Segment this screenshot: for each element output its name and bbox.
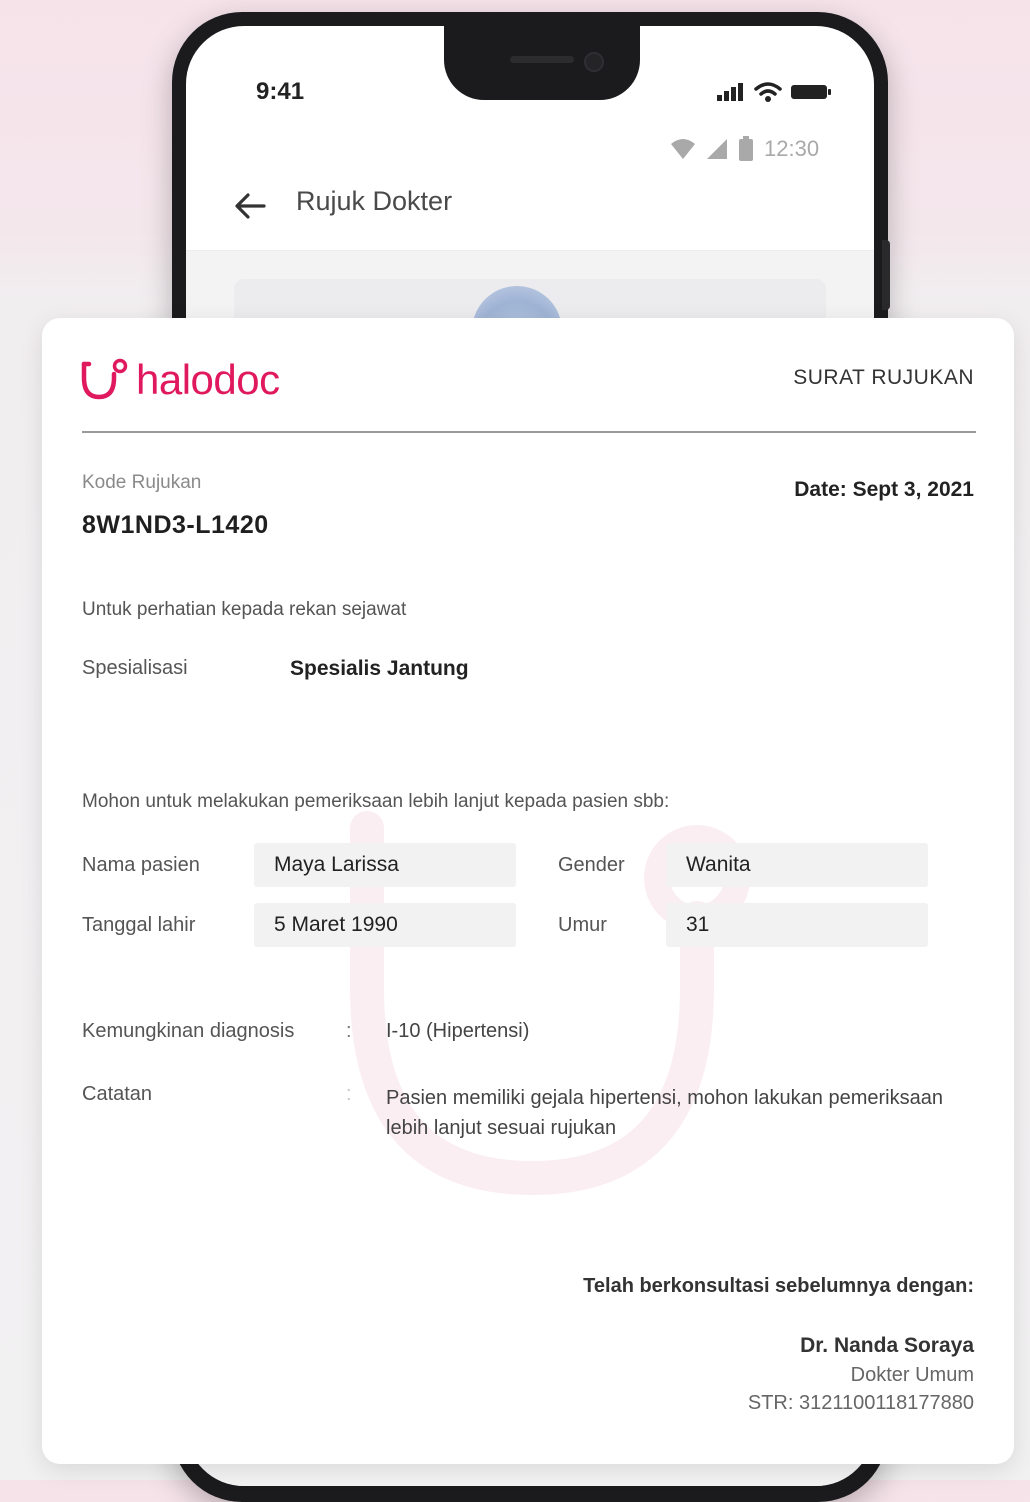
specialization-value: Spesialis Jantung — [290, 657, 469, 680]
halodoc-stethoscope-logo — [81, 358, 128, 400]
speaker — [510, 56, 574, 63]
referral-date: Date: Sept 3, 2021 — [794, 478, 974, 501]
dob-label: Tanggal lahir — [82, 914, 196, 936]
doctor-role: Dokter Umum — [850, 1364, 974, 1386]
diagnosis-label: Kemungkinan diagnosis — [82, 1020, 295, 1042]
back-arrow-icon[interactable] — [230, 186, 270, 226]
android-time: 12:30 — [764, 136, 820, 161]
android-status-bar: 12:30 — [670, 136, 819, 162]
age-label: Umur — [558, 914, 607, 936]
header-divider — [82, 431, 976, 433]
doctor-str-number: STR: 3121100118177880 — [747, 1392, 974, 1414]
wifi-icon — [754, 82, 782, 102]
status-time: 9:41 — [256, 78, 305, 105]
gender-label: Gender — [558, 854, 625, 876]
note-label: Catatan — [82, 1083, 153, 1105]
phone-side-button — [882, 240, 890, 310]
android-battery-icon — [739, 136, 753, 161]
halodoc-logo: halodoc — [80, 356, 280, 404]
document-title: SURAT RUJUKAN — [793, 366, 974, 389]
request-text: Mohon untuk melakukan pemeriksaan lebih … — [82, 791, 670, 812]
patient-name-field: Maya Larissa — [254, 843, 516, 887]
age-field: 31 — [666, 903, 928, 947]
page-title: Rujuk Dokter — [296, 186, 453, 216]
brand-name: halodoc — [136, 356, 280, 403]
android-wifi-icon — [671, 139, 695, 159]
referral-code-value: 8W1ND3-L1420 — [82, 511, 269, 539]
status-icons — [716, 78, 832, 106]
battery-icon — [791, 85, 831, 99]
android-signal-icon — [707, 139, 727, 159]
doctor-name: Dr. Nanda Soraya — [800, 1334, 974, 1357]
attention-line: Untuk perhatian kepada rekan sejawat — [82, 599, 407, 620]
diagnosis-value: I-10 (Hipertensi) — [386, 1020, 530, 1042]
note-colon: : — [346, 1083, 352, 1105]
specialization-label: Spesialisasi — [82, 657, 188, 679]
app-header: Rujuk Dokter — [186, 176, 874, 251]
signal-icon — [717, 83, 743, 101]
patient-name-label: Nama pasien — [82, 854, 200, 876]
consulted-with-label: Telah berkonsultasi sebelumnya dengan: — [583, 1275, 974, 1297]
phone-notch — [444, 26, 640, 100]
referral-letter: halodoc SURAT RUJUKAN Kode Rujukan 8W1ND… — [42, 318, 1014, 1464]
referral-code-label: Kode Rujukan — [82, 472, 202, 493]
front-camera — [584, 52, 604, 72]
note-value: Pasien memiliki gejala hipertensi, mohon… — [386, 1087, 943, 1139]
gender-field: Wanita — [666, 843, 928, 887]
diagnosis-colon: : — [346, 1020, 352, 1042]
dob-field: 5 Maret 1990 — [254, 903, 516, 947]
